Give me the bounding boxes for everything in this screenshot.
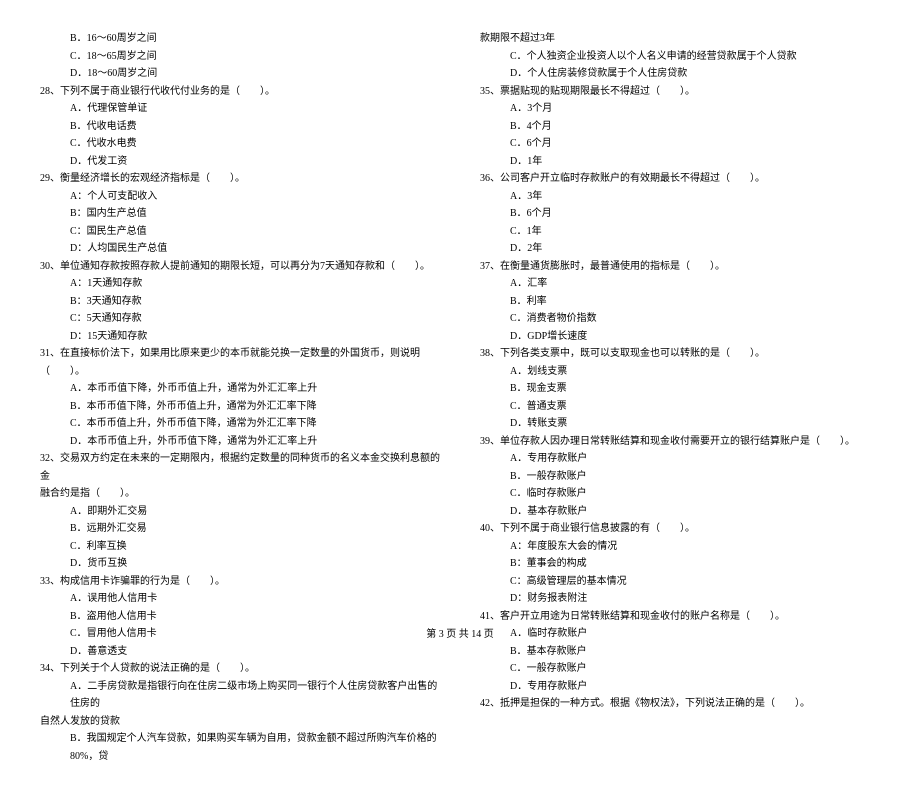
option: C：5天通知存款 xyxy=(40,310,440,328)
option: B：国内生产总值 xyxy=(40,205,440,223)
option: A：个人可支配收入 xyxy=(40,188,440,206)
right-column: 款期限不超过3年 C．个人独资企业投资人以个人名义申请的经营贷款属于个人贷款 D… xyxy=(480,30,880,765)
option: B．盗用他人信用卡 xyxy=(40,608,440,626)
option: C．利率互换 xyxy=(40,538,440,556)
option: D：财务报表附注 xyxy=(480,590,880,608)
option: A．3个月 xyxy=(480,100,880,118)
option: B．现金支票 xyxy=(480,380,880,398)
question-stem: 34、下列关于个人贷款的说法正确的是（ ）。 xyxy=(40,660,440,678)
question-stem-cont: （ ）。 xyxy=(40,363,440,381)
option: B．代收电话费 xyxy=(40,118,440,136)
option: A．误用他人信用卡 xyxy=(40,590,440,608)
question-stem: 33、构成信用卡诈骗罪的行为是（ ）。 xyxy=(40,573,440,591)
option: A．3年 xyxy=(480,188,880,206)
option: C．个人独资企业投资人以个人名义申请的经营贷款属于个人贷款 xyxy=(480,48,880,66)
question-stem: 39、单位存款人因办理日常转账结算和现金收付需要开立的银行结算账户是（ ）。 xyxy=(480,433,880,451)
option: A：1天通知存款 xyxy=(40,275,440,293)
question-stem: 38、下列各类支票中，既可以支取现金也可以转账的是（ ）。 xyxy=(480,345,880,363)
option-cont: 款期限不超过3年 xyxy=(480,30,880,48)
option: D：人均国民生产总值 xyxy=(40,240,440,258)
option: C．本币币值上升，外币币值下降，通常为外汇汇率下降 xyxy=(40,415,440,433)
question-stem: 36、公司客户开立临时存款账户的有效期最长不得超过（ ）。 xyxy=(480,170,880,188)
question-stem: 28、下列不属于商业银行代收代付业务的是（ ）。 xyxy=(40,83,440,101)
option: C．6个月 xyxy=(480,135,880,153)
option: B．16～60周岁之间 xyxy=(40,30,440,48)
option: A．二手房贷款是指银行向在住房二级市场上购买同一银行个人住房贷款客户出售的住房的 xyxy=(40,678,440,713)
question-stem: 35、票据贴现的贴现期限最长不得超过（ ）。 xyxy=(480,83,880,101)
option: D．18～60周岁之间 xyxy=(40,65,440,83)
option: C．普通支票 xyxy=(480,398,880,416)
option: A．汇率 xyxy=(480,275,880,293)
option: A：年度股东大会的情况 xyxy=(480,538,880,556)
option: C．一般存款账户 xyxy=(480,660,880,678)
option: B．基本存款账户 xyxy=(480,643,880,661)
question-stem: 30、单位通知存款按照存款人提前通知的期限长短，可以再分为7天通知存款和（ ）。 xyxy=(40,258,440,276)
option: B．远期外汇交易 xyxy=(40,520,440,538)
option: D．1年 xyxy=(480,153,880,171)
option: B．利率 xyxy=(480,293,880,311)
option: D．GDP增长速度 xyxy=(480,328,880,346)
question-stem: 31、在直接标价法下，如果用比原来更少的本币就能兑换一定数量的外国货币，则说明 xyxy=(40,345,440,363)
option: B．6个月 xyxy=(480,205,880,223)
option: D．代发工资 xyxy=(40,153,440,171)
option: C．18～65周岁之间 xyxy=(40,48,440,66)
option: D．转账支票 xyxy=(480,415,880,433)
option: A．本币币值下降，外币币值上升，通常为外汇汇率上升 xyxy=(40,380,440,398)
option: D：15天通知存款 xyxy=(40,328,440,346)
question-stem: 40、下列不属于商业银行信息披露的有（ ）。 xyxy=(480,520,880,538)
question-stem: 29、衡量经济增长的宏观经济指标是（ ）。 xyxy=(40,170,440,188)
option: C．1年 xyxy=(480,223,880,241)
option: A．划线支票 xyxy=(480,363,880,381)
page-footer: 第 3 页 共 14 页 xyxy=(0,625,920,640)
option: B．一般存款账户 xyxy=(480,468,880,486)
option: B：董事会的构成 xyxy=(480,555,880,573)
option: A．专用存款账户 xyxy=(480,450,880,468)
option: B：3天通知存款 xyxy=(40,293,440,311)
exam-page: B．16～60周岁之间 C．18～65周岁之间 D．18～60周岁之间 28、下… xyxy=(0,0,920,785)
option: A．即期外汇交易 xyxy=(40,503,440,521)
option: C：高级管理层的基本情况 xyxy=(480,573,880,591)
option: C：国民生产总值 xyxy=(40,223,440,241)
option: B．我国规定个人汽车贷款，如果购买车辆为自用，贷款金额不超过所购汽车价格的80%… xyxy=(40,730,440,765)
question-stem: 42、抵押是担保的一种方式。根据《物权法》，下列说法正确的是（ ）。 xyxy=(480,695,880,713)
option: D．货币互换 xyxy=(40,555,440,573)
option-cont: 自然人发放的贷款 xyxy=(40,713,440,731)
option: C．临时存款账户 xyxy=(480,485,880,503)
option: B．4个月 xyxy=(480,118,880,136)
left-column: B．16～60周岁之间 C．18～65周岁之间 D．18～60周岁之间 28、下… xyxy=(40,30,440,765)
option: C．消费者物价指数 xyxy=(480,310,880,328)
question-stem: 37、在衡量通货膨胀时，最普通使用的指标是（ ）。 xyxy=(480,258,880,276)
option: D．个人住房装修贷款属于个人住房贷款 xyxy=(480,65,880,83)
question-stem-cont: 融合约是指（ ）。 xyxy=(40,485,440,503)
option: D．本币币值上升，外币币值下降，通常为外汇汇率上升 xyxy=(40,433,440,451)
option: D．专用存款账户 xyxy=(480,678,880,696)
option: D．善意透支 xyxy=(40,643,440,661)
option: A．代理保管单证 xyxy=(40,100,440,118)
option: D．基本存款账户 xyxy=(480,503,880,521)
option: B．本币币值下降，外币币值上升，通常为外汇汇率下降 xyxy=(40,398,440,416)
question-stem: 32、交易双方约定在未来的一定期限内，根据约定数量的同种货币的名义本金交换利息额… xyxy=(40,450,440,485)
question-stem: 41、客户开立用途为日常转账结算和现金收付的账户名称是（ ）。 xyxy=(480,608,880,626)
option: D．2年 xyxy=(480,240,880,258)
option: C．代收水电费 xyxy=(40,135,440,153)
